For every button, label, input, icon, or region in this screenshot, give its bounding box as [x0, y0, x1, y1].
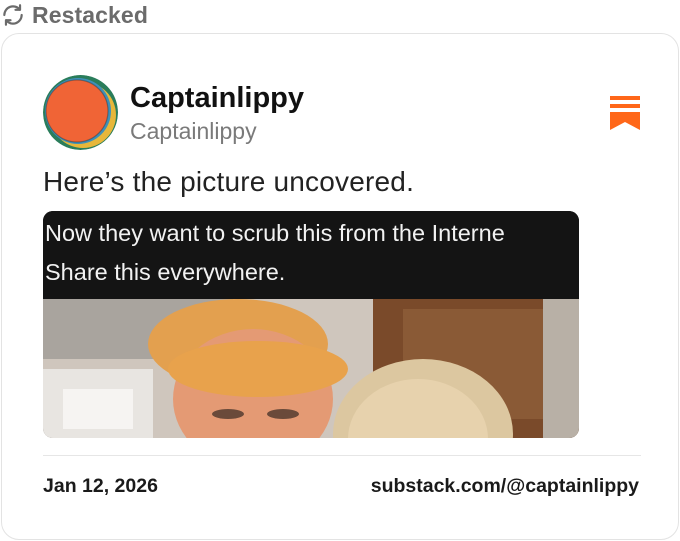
divider: [43, 455, 641, 456]
image-caption-line: Now they want to scrub this from the Int…: [45, 220, 505, 246]
image-caption: Now they want to scrub this from the Int…: [43, 211, 579, 301]
image-caption-line: Share this everywhere.: [45, 259, 286, 285]
post-card[interactable]: Captainlippy Captainlippy Here’s the pic…: [1, 33, 679, 540]
restack-icon: [0, 2, 26, 28]
photo: [43, 299, 579, 438]
post-date: Jan 12, 2026: [43, 475, 158, 497]
author-handle[interactable]: Captainlippy: [130, 118, 257, 145]
avatar[interactable]: [43, 75, 118, 150]
author-name[interactable]: Captainlippy: [130, 82, 304, 115]
substack-logo-icon[interactable]: [610, 96, 640, 130]
post-text: Here’s the picture uncovered.: [43, 166, 415, 197]
post-url-link[interactable]: substack.com/@captainlippy: [371, 475, 639, 498]
restacked-label: Restacked: [32, 1, 148, 28]
post-image[interactable]: Now they want to scrub this from the Int…: [43, 211, 579, 438]
restacked-indicator: Restacked: [0, 0, 148, 30]
